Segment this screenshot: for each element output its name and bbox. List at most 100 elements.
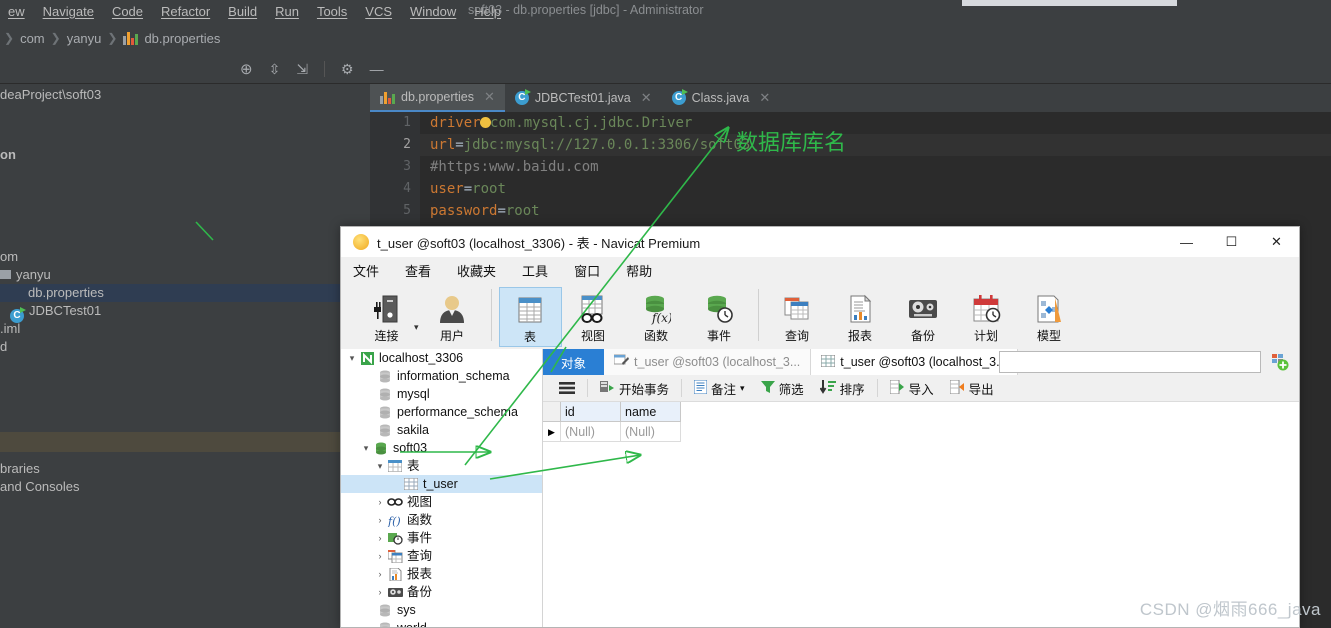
- tree-item-information-schema[interactable]: information_schema: [341, 367, 542, 385]
- toolbar-button-event[interactable]: 事件: [688, 287, 751, 347]
- toolbar-button-query[interactable]: 查询: [766, 287, 829, 347]
- sort-button[interactable]: 排序: [812, 376, 873, 400]
- close-icon[interactable]: ✕: [759, 90, 770, 106]
- navicat-window-controls[interactable]: — ☐ ✕: [1164, 227, 1299, 257]
- filter-button[interactable]: 筛选: [753, 376, 812, 400]
- project-row-jdbctest01[interactable]: C JDBCTest01: [0, 302, 370, 323]
- note-button[interactable]: 备注 ▾: [686, 376, 753, 400]
- project-row-d[interactable]: d: [0, 338, 370, 356]
- tab-jdbctest01[interactable]: C JDBCTest01.java ✕: [505, 84, 662, 112]
- maximize-button[interactable]: ☐: [1209, 227, 1254, 257]
- tree-item-functions[interactable]: › f() 函数: [341, 511, 542, 529]
- tree-item-world[interactable]: world: [341, 619, 542, 627]
- tab-db-properties[interactable]: db.properties ✕: [370, 84, 505, 112]
- expand-all-icon[interactable]: ⇳: [269, 61, 281, 78]
- project-row-highlighted[interactable]: [0, 432, 370, 452]
- toolbar-button-connection[interactable]: 连接: [355, 287, 418, 347]
- hide-panel-icon[interactable]: —: [370, 61, 384, 77]
- toolbar-button-model[interactable]: 模型: [1018, 287, 1081, 347]
- tab-t-user-designer[interactable]: t_user @soft03 (localhost_3...: [604, 349, 812, 375]
- menu-item-window[interactable]: 窗口: [574, 261, 600, 280]
- project-row-db-properties[interactable]: db.properties: [0, 284, 370, 302]
- menu-item-view[interactable]: 查看: [405, 261, 431, 280]
- grid-column-header-name[interactable]: name: [621, 402, 681, 422]
- tree-item-mysql[interactable]: mysql: [341, 385, 542, 403]
- menu-item-window[interactable]: Window: [410, 4, 456, 19]
- locate-target-icon[interactable]: ⊕: [240, 60, 253, 78]
- tree-item-performance-schema[interactable]: performance_schema: [341, 403, 542, 421]
- menu-item-file[interactable]: 文件: [353, 261, 379, 280]
- chevron-right-icon[interactable]: ›: [373, 493, 387, 511]
- navicat-toolbar[interactable]: 连接 ▾ 用户 表 视图 f(x) 函数 事件 查询 报表 备份 计划 模型: [341, 283, 1299, 349]
- toolbar-button-backup[interactable]: 备份: [892, 287, 955, 347]
- new-object-button[interactable]: [1267, 351, 1293, 373]
- editor-tabs[interactable]: db.properties ✕ C JDBCTest01.java ✕ C Cl…: [370, 84, 1331, 112]
- export-button[interactable]: 导出: [942, 376, 1002, 400]
- tree-item-queries[interactable]: › 查询: [341, 547, 542, 565]
- tree-item-soft03[interactable]: ▾ soft03: [341, 439, 542, 457]
- menu-item-view[interactable]: ew: [8, 4, 25, 19]
- toolbar-button-table[interactable]: 表: [498, 287, 562, 347]
- project-row-scratches[interactable]: and Consoles: [0, 478, 370, 496]
- tree-item-localhost[interactable]: ▾ localhost_3306: [341, 349, 542, 367]
- project-row-iml[interactable]: .iml: [0, 320, 370, 338]
- intellij-menubar[interactable]: ew Navigate Code Refactor Build Run Tool…: [0, 4, 501, 19]
- menu-item-vcs[interactable]: VCS: [365, 4, 392, 19]
- grid-column-header-id[interactable]: id: [561, 402, 621, 422]
- navicat-menubar[interactable]: 文件 查看 收藏夹 工具 窗口 帮助: [341, 257, 1299, 283]
- menu-item-code[interactable]: Code: [112, 4, 143, 19]
- collapse-all-icon[interactable]: ⇲: [296, 61, 308, 78]
- grid-toolbar[interactable]: 开始事务 备注 ▾ 筛选 排序 导入 导出: [543, 375, 1299, 402]
- chevron-right-icon[interactable]: ›: [373, 565, 387, 583]
- intention-bulb-icon[interactable]: [479, 117, 491, 128]
- chevron-down-icon[interactable]: ▾: [345, 349, 359, 367]
- tree-item-sakila[interactable]: sakila: [341, 421, 542, 439]
- menu-item-build[interactable]: Build: [228, 4, 257, 19]
- chevron-down-icon[interactable]: ▾: [373, 457, 387, 475]
- menu-item-navigate[interactable]: Navigate: [43, 4, 94, 19]
- begin-transaction-button[interactable]: 开始事务: [592, 376, 677, 400]
- project-row-on[interactable]: on: [0, 146, 370, 164]
- menu-item-run[interactable]: Run: [275, 4, 299, 19]
- grid-menu-button[interactable]: [551, 376, 583, 400]
- menu-item-tools[interactable]: Tools: [317, 4, 347, 19]
- chevron-right-icon[interactable]: ›: [373, 583, 387, 601]
- toolbar-button-view[interactable]: 视图: [562, 287, 625, 347]
- tree-item-views[interactable]: › 视图: [341, 493, 542, 511]
- chevron-down-icon[interactable]: ▾: [414, 304, 419, 333]
- gear-icon[interactable]: ⚙: [341, 61, 354, 78]
- chevron-right-icon[interactable]: ›: [373, 511, 387, 529]
- tree-item-sys[interactable]: sys: [341, 601, 542, 619]
- tab-class-java[interactable]: C Class.java ✕: [662, 84, 781, 112]
- project-row-om[interactable]: om: [0, 248, 370, 266]
- tree-item-events[interactable]: › 事件: [341, 529, 542, 547]
- tree-item-reports[interactable]: › 报表: [341, 565, 542, 583]
- grid-cell-name[interactable]: (Null): [621, 422, 681, 442]
- toolbar-button-report[interactable]: 报表: [829, 287, 892, 347]
- minimize-button[interactable]: —: [1164, 227, 1209, 257]
- project-panel[interactable]: deaProject\soft03 on om yanyu db.propert…: [0, 84, 370, 628]
- chevron-right-icon[interactable]: ›: [373, 547, 387, 565]
- toolbar-button-user[interactable]: 用户: [421, 287, 484, 347]
- breadcrumb-item-com[interactable]: com: [20, 31, 45, 46]
- close-button[interactable]: ✕: [1254, 227, 1299, 257]
- navicat-tab-bar[interactable]: 对象 t_user @soft03 (localhost_3... t_user…: [543, 349, 1299, 375]
- breadcrumb-item-yanyu[interactable]: yanyu: [67, 31, 102, 46]
- navicat-object-tree[interactable]: ▾ localhost_3306 information_schema mysq…: [341, 349, 543, 627]
- import-button[interactable]: 导入: [882, 376, 942, 400]
- close-icon[interactable]: ✕: [641, 90, 652, 106]
- tree-item-t-user[interactable]: t_user: [341, 475, 542, 493]
- tab-objects[interactable]: 对象: [543, 349, 605, 375]
- toolbar-button-function[interactable]: f(x) 函数: [625, 287, 688, 347]
- menu-item-refactor[interactable]: Refactor: [161, 4, 210, 19]
- search-input[interactable]: [999, 351, 1261, 373]
- chevron-right-icon[interactable]: ›: [373, 529, 387, 547]
- tree-item-backups[interactable]: › 备份: [341, 583, 542, 601]
- chevron-down-icon[interactable]: ▾: [359, 439, 373, 457]
- menu-item-help[interactable]: 帮助: [626, 261, 652, 280]
- menu-item-favorites[interactable]: 收藏夹: [457, 261, 496, 280]
- project-row-libraries[interactable]: braries: [0, 460, 370, 478]
- menu-item-tools[interactable]: 工具: [522, 261, 548, 280]
- tab-t-user-data[interactable]: t_user @soft03 (localhost_3...: [811, 349, 1018, 375]
- breadcrumb-item-file[interactable]: db.properties: [144, 31, 220, 46]
